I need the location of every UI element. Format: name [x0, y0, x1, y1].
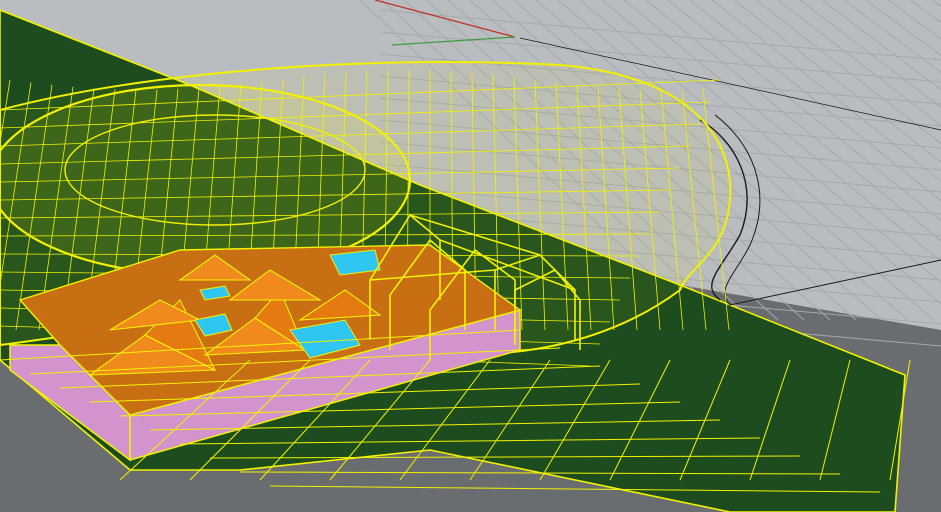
viewport-perspective[interactable]: [0, 0, 941, 512]
scene-canvas[interactable]: [0, 0, 941, 512]
